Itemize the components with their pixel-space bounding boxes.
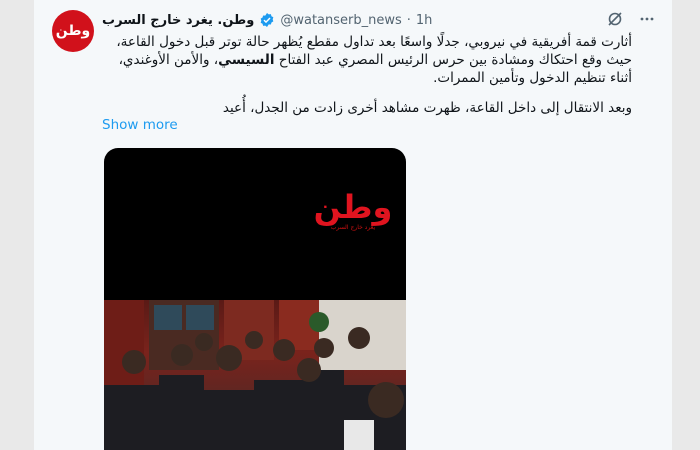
more-icon[interactable] (638, 10, 656, 28)
verified-badge-icon (261, 13, 274, 27)
avatar[interactable]: وطن (52, 10, 94, 52)
video-scene-illustration (104, 300, 406, 450)
video-watermark-logo: وطن يغرد خارج السرب (308, 190, 398, 231)
video-frame (104, 300, 406, 450)
user-handle[interactable]: @watanserb_news (280, 13, 401, 28)
tweet-header: وطن. يغرد خارج السرب @watanserb_news · 1… (102, 10, 622, 30)
display-name[interactable]: وطن. يغرد خارج السرب (102, 13, 254, 28)
separator: · (406, 12, 411, 28)
avatar-label: وطن (55, 23, 91, 39)
logo-word: وطن (313, 188, 393, 226)
tweet-paragraph-1: أثارت قمة أفريقية في نيروبي، جدلًا واسعً… (102, 33, 632, 87)
tweet-paragraph-2: وبعد الانتقال إلى داخل القاعة، ظهرت مشاه… (222, 100, 632, 116)
tweet-bold-name: السيسي (218, 52, 275, 68)
grok-icon[interactable] (606, 10, 624, 28)
tweet-card[interactable]: وطن وطن. يغرد خارج السرب @watanserb_news… (34, 0, 672, 450)
show-more-link[interactable]: Show more (102, 117, 178, 133)
tweet-actions-top (606, 10, 656, 28)
tweet-text: أثارت قمة أفريقية في نيروبي، جدلًا واسعً… (102, 33, 632, 117)
timestamp[interactable]: 1h (416, 13, 433, 28)
tweet-video[interactable]: وطن يغرد خارج السرب (104, 148, 406, 450)
